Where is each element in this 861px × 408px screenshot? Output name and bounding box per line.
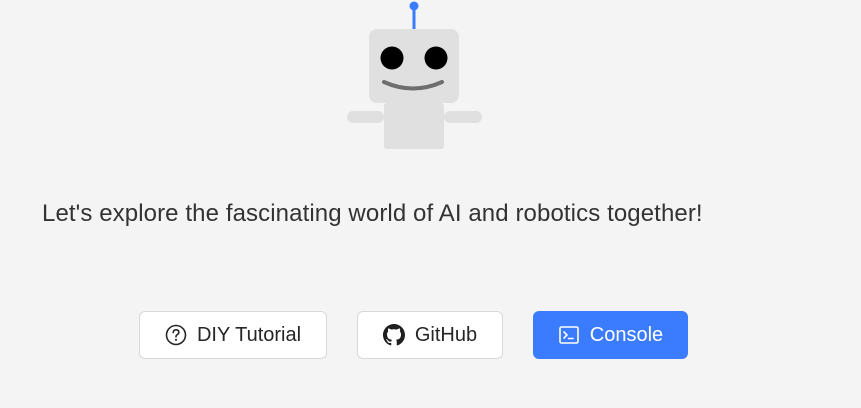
console-button[interactable]: Console — [533, 311, 688, 359]
github-icon — [382, 324, 405, 346]
console-label: Console — [589, 323, 664, 346]
robot-antenna-tip — [409, 1, 419, 11]
diy-tutorial-button[interactable]: DIY Tutorial — [139, 311, 327, 359]
github-button[interactable]: GitHub — [357, 311, 503, 359]
robot-head — [369, 29, 459, 103]
robot-icon — [347, 1, 482, 149]
robot-right-arm — [444, 111, 482, 123]
diy-tutorial-label: DIY Tutorial — [196, 323, 302, 346]
robot-body — [384, 103, 444, 149]
robot-left-eye — [380, 46, 404, 70]
github-label: GitHub — [414, 323, 478, 346]
action-buttons: DIY Tutorial GitHub Console — [0, 311, 861, 359]
question-circle-icon — [165, 324, 187, 346]
robot-right-eye — [424, 46, 448, 70]
terminal-icon — [558, 324, 580, 346]
robot-left-arm — [347, 111, 384, 123]
tagline: Let's explore the fascinating world of A… — [42, 200, 703, 227]
